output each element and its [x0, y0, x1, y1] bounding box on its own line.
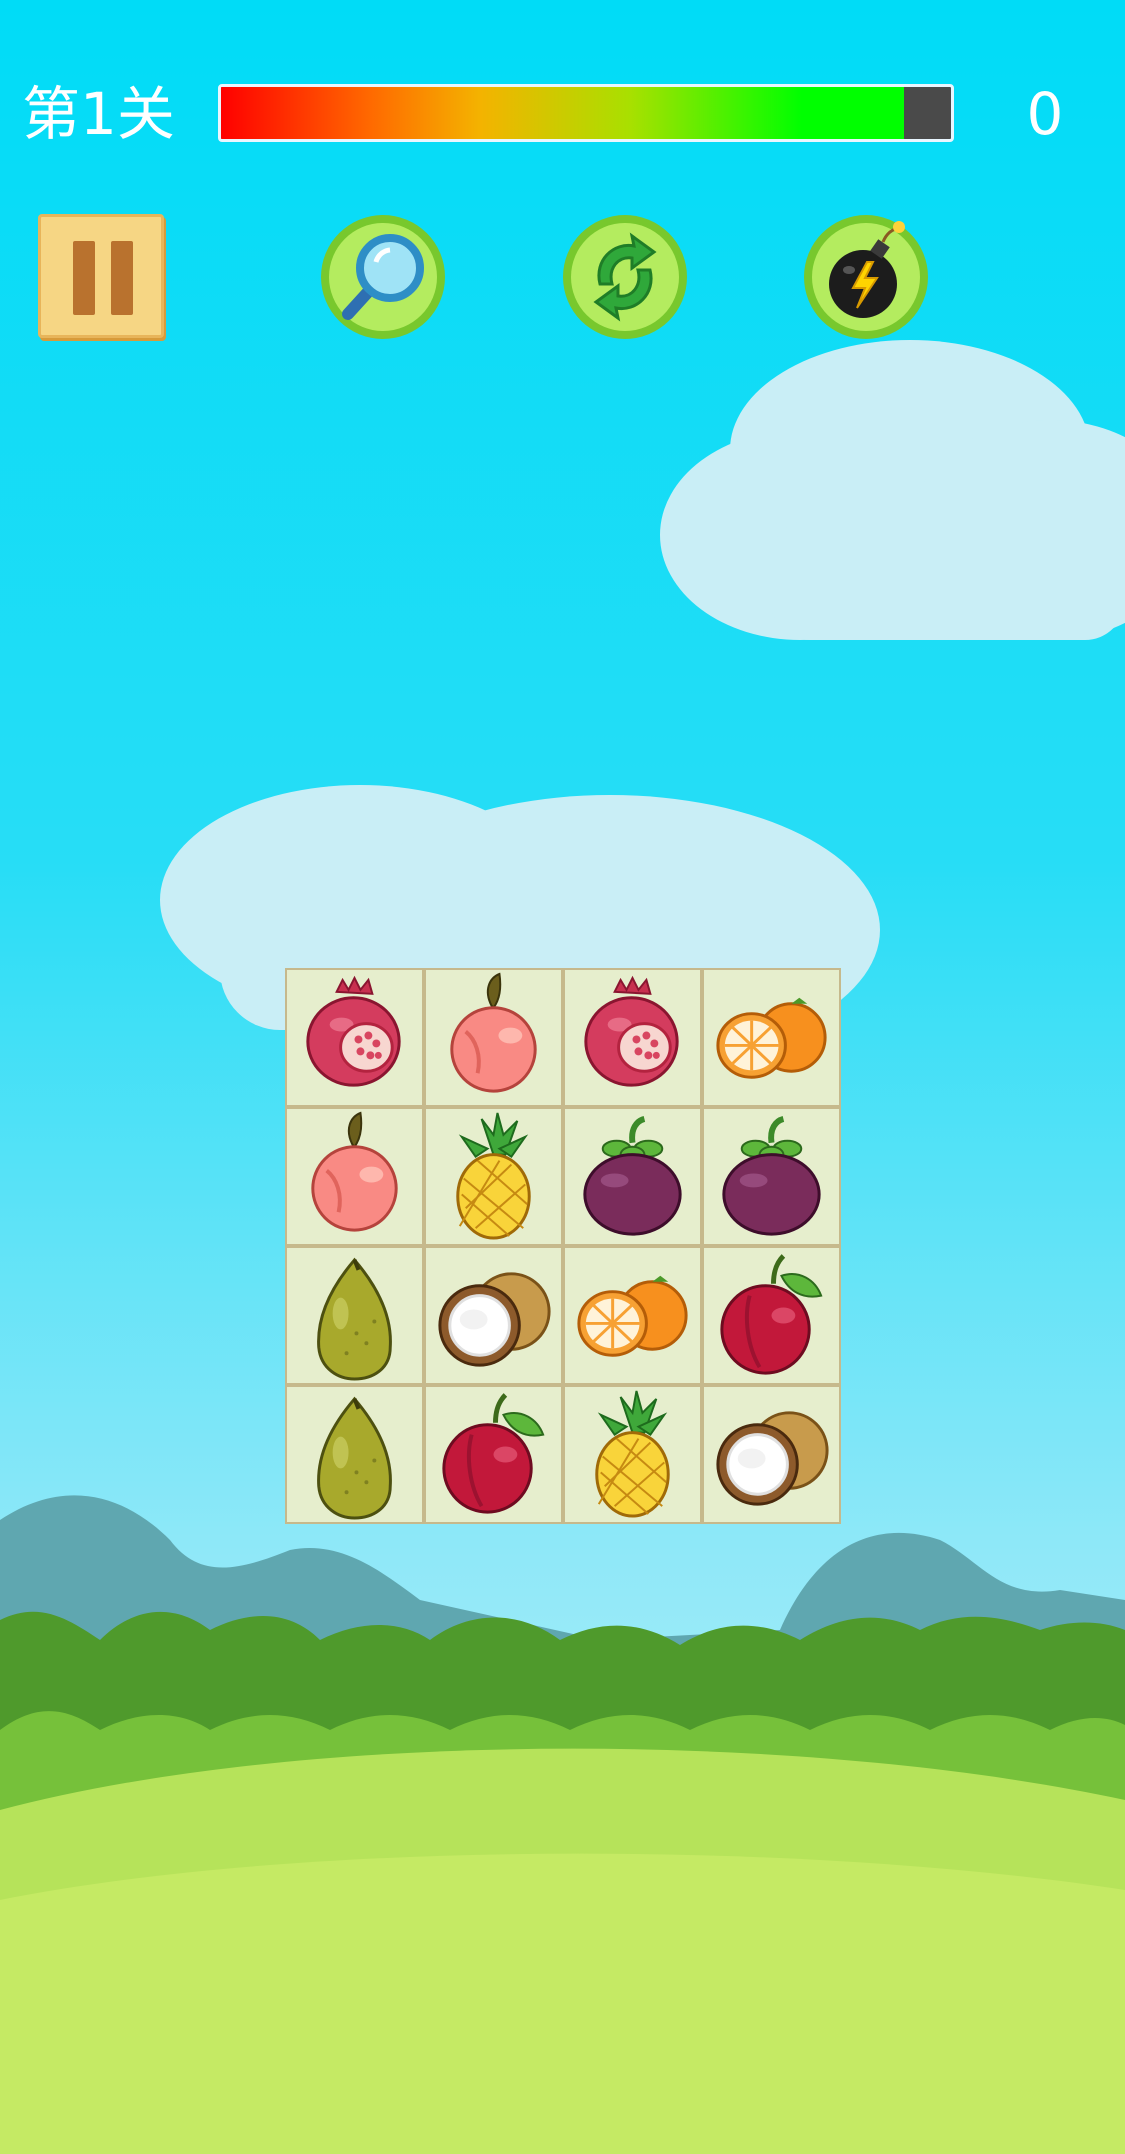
- pineapple-icon: [456, 1112, 531, 1240]
- timer-bar: [218, 84, 954, 142]
- cloud-top-right: [660, 340, 1125, 640]
- plum-icon: [720, 1254, 823, 1375]
- tile-mangosteen[interactable]: [702, 1107, 841, 1246]
- tile-board: [285, 968, 841, 1524]
- score-value: 0: [1026, 80, 1064, 148]
- peach-icon: [450, 972, 537, 1093]
- tile-mangosteen[interactable]: [563, 1107, 702, 1246]
- timer-bar-fill: [221, 87, 904, 139]
- pear-icon: [317, 1257, 392, 1381]
- hint-button[interactable]: [318, 212, 448, 342]
- plum-icon: [442, 1393, 545, 1514]
- tile-pineapple[interactable]: [424, 1107, 563, 1246]
- mangosteen-icon: [722, 1116, 821, 1236]
- landscape-hills: [0, 1495, 1125, 2154]
- pomegranate-icon: [306, 975, 401, 1087]
- mangosteen-icon: [583, 1116, 682, 1236]
- coconut-icon: [716, 1411, 829, 1506]
- game-scene: 第1关 0: [0, 0, 1125, 2154]
- tile-plum[interactable]: [424, 1385, 563, 1524]
- pause-button[interactable]: [38, 214, 164, 338]
- shuffle-button[interactable]: [560, 212, 690, 342]
- peach-icon: [311, 1111, 398, 1232]
- pomegranate-icon: [584, 975, 679, 1087]
- coconut-icon: [438, 1272, 551, 1367]
- pause-icon: [73, 241, 95, 315]
- bomb-button[interactable]: [801, 212, 931, 342]
- tile-pear[interactable]: [285, 1246, 424, 1385]
- tile-peach[interactable]: [424, 968, 563, 1107]
- tile-pineapple[interactable]: [563, 1385, 702, 1524]
- tile-orange[interactable]: [563, 1246, 702, 1385]
- orange-icon: [716, 997, 827, 1079]
- pause-icon-bar: [111, 241, 133, 315]
- tile-pear[interactable]: [285, 1385, 424, 1524]
- tile-peach[interactable]: [285, 1107, 424, 1246]
- pear-icon: [317, 1396, 392, 1520]
- tile-plum[interactable]: [702, 1246, 841, 1385]
- orange-icon: [577, 1275, 688, 1357]
- tile-coconut[interactable]: [424, 1246, 563, 1385]
- pineapple-icon: [595, 1390, 670, 1518]
- tile-orange[interactable]: [702, 968, 841, 1107]
- tile-coconut[interactable]: [702, 1385, 841, 1524]
- level-label: 第1关: [22, 80, 175, 148]
- tile-pomegranate[interactable]: [563, 968, 702, 1107]
- tile-pomegranate[interactable]: [285, 968, 424, 1107]
